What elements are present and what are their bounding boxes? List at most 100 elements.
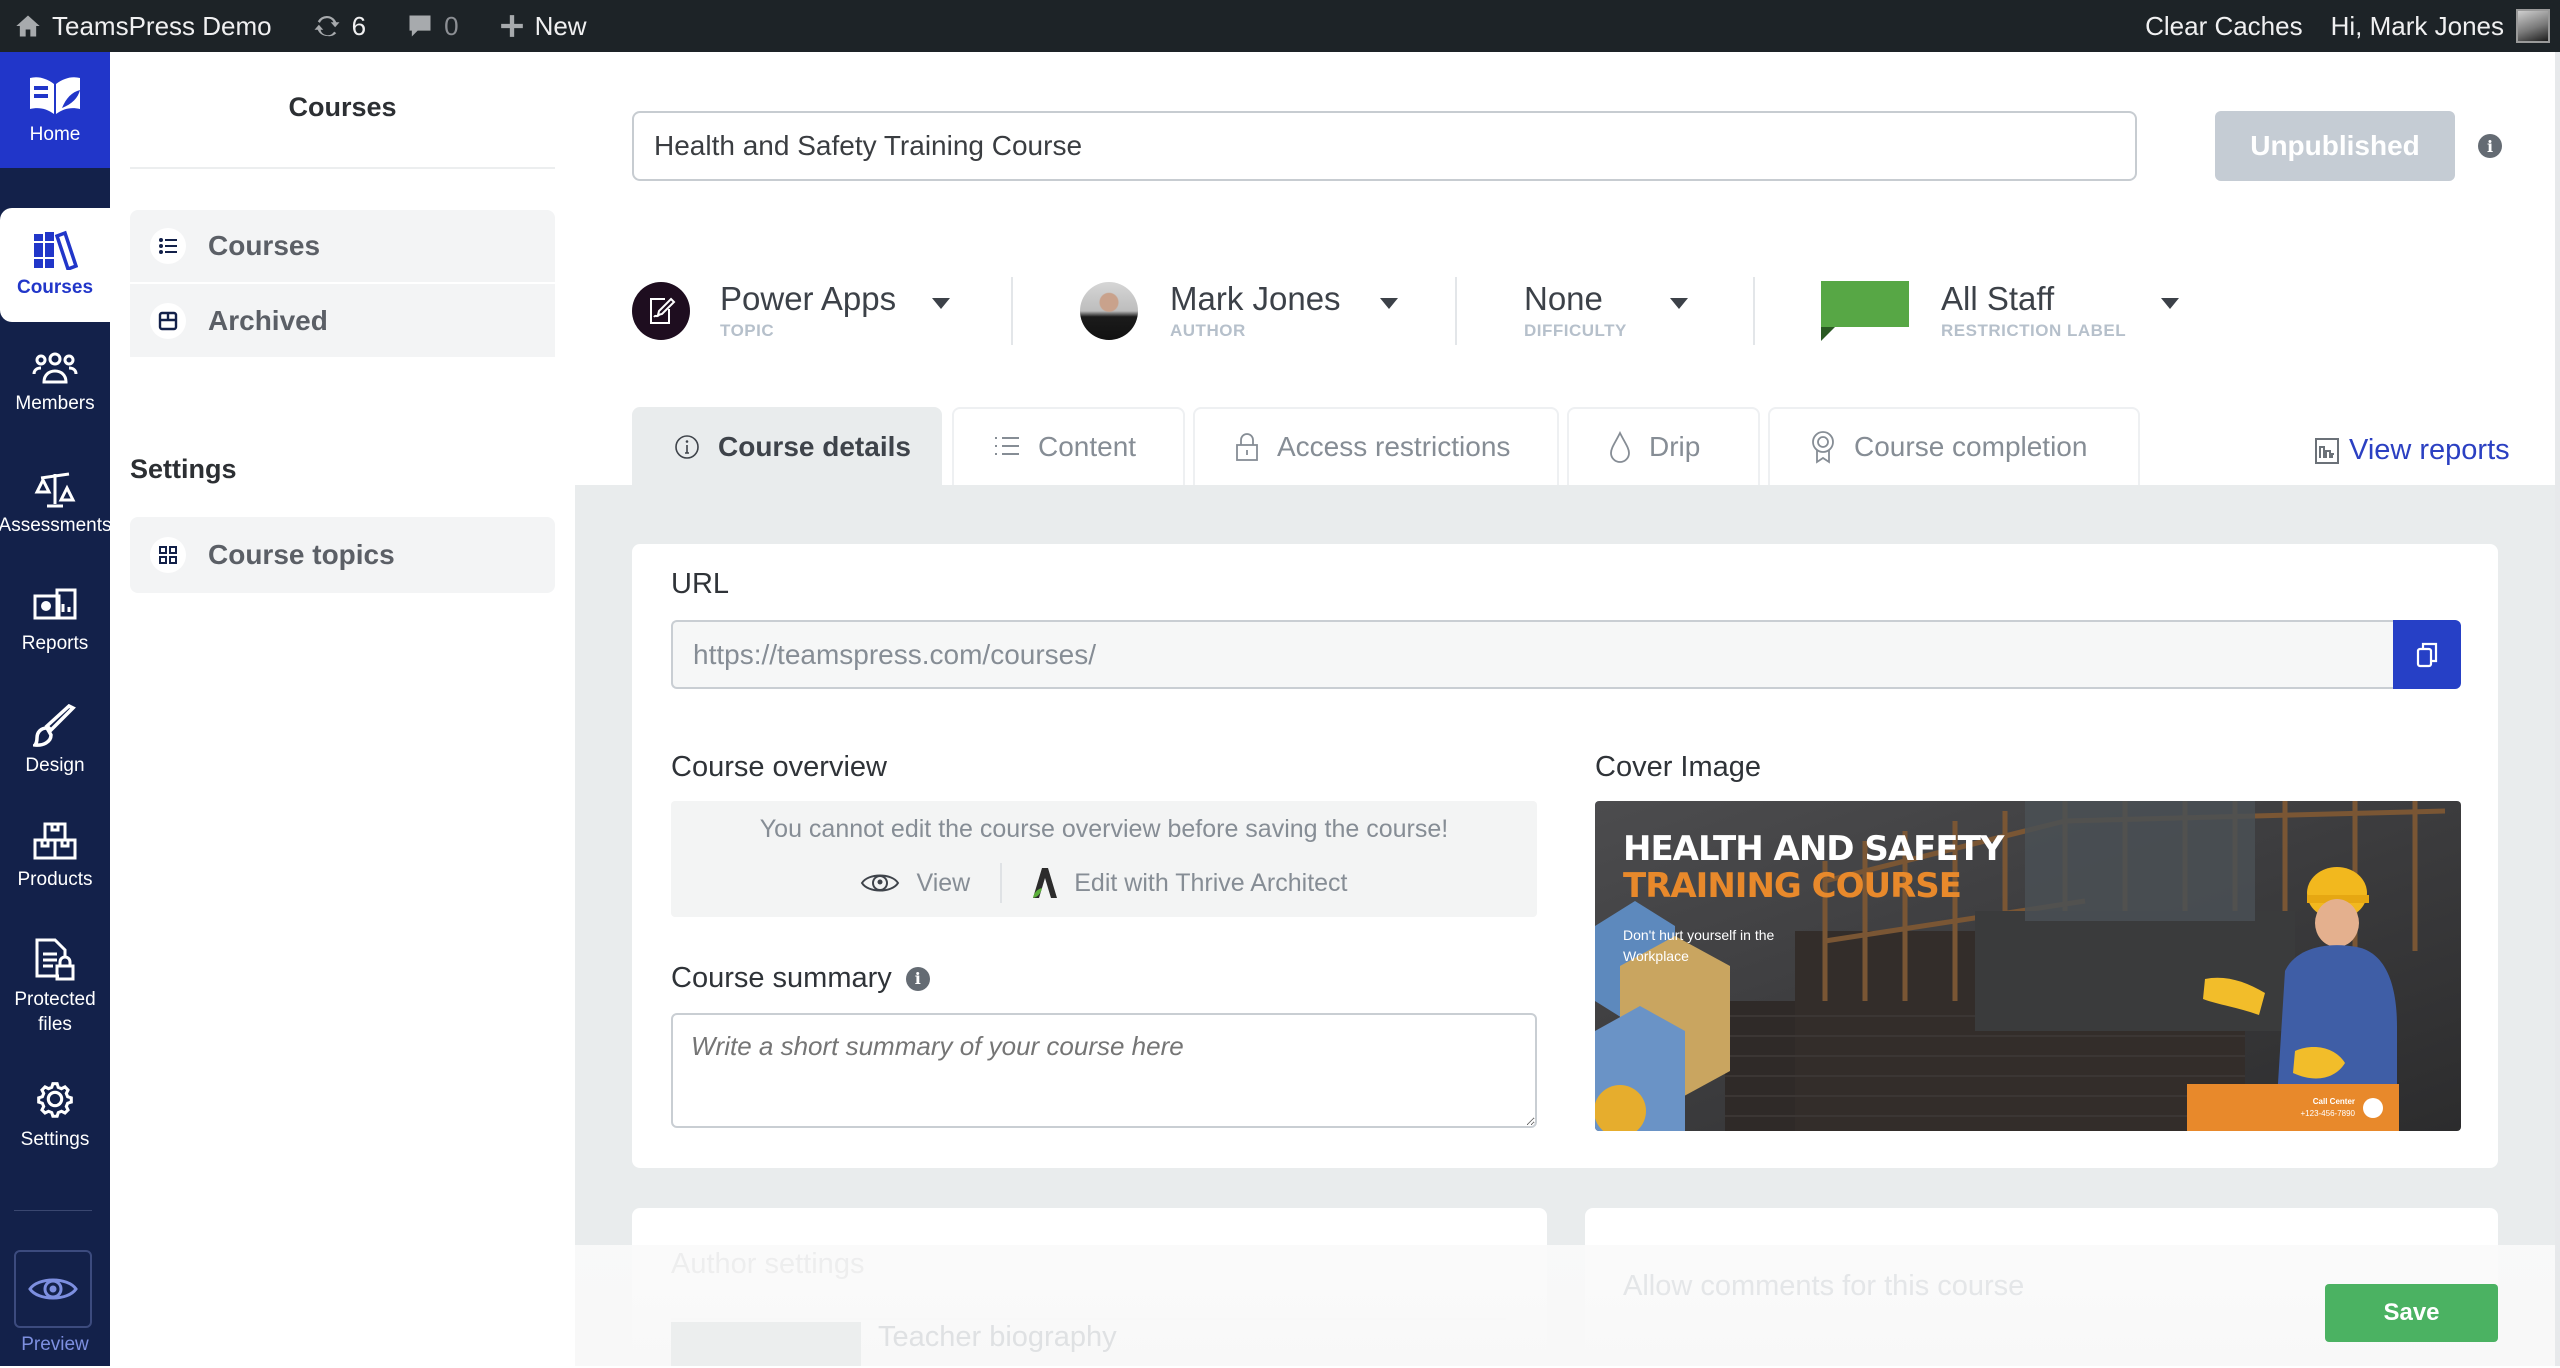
user-menu[interactable]: Hi, Mark Jones [2317, 0, 2504, 52]
award-icon [1812, 431, 1834, 464]
nav-item-label: Settings [20, 1129, 90, 1150]
preview-button[interactable] [14, 1250, 92, 1328]
nav-item-reports[interactable]: Reports [0, 588, 110, 657]
tab-course-details[interactable]: Course details [632, 407, 942, 485]
nav-item-members[interactable]: Members [0, 352, 110, 417]
comment-icon [409, 15, 431, 37]
thrive-architect-icon [1033, 868, 1058, 898]
updates-link[interactable]: 6 [298, 0, 380, 52]
sidebar-divider [130, 167, 555, 169]
tab-course-completion[interactable]: Course completion [1768, 407, 2140, 485]
author-label: AUTHOR [1170, 320, 1246, 340]
publish-status-button[interactable]: Unpublished [2215, 111, 2455, 181]
overview-view-button[interactable]: View [830, 869, 1000, 898]
nav-item-assessments[interactable]: Assessments [0, 470, 112, 539]
view-label: View [916, 868, 971, 897]
report-chart-icon [2315, 437, 2339, 464]
info-icon[interactable]: i [2478, 134, 2502, 158]
restriction-label-selector[interactable]: All Staff RESTRICTION LABEL [1821, 274, 2179, 348]
tab-label: Course completion [1854, 431, 2088, 462]
cover-image[interactable]: HEALTH AND SAFETY TRAINING COURSE Don't … [1595, 801, 2461, 1131]
new-label: New [534, 10, 587, 41]
comments-link[interactable]: 0 [392, 0, 472, 52]
meta-divider [1753, 277, 1755, 345]
courses-sidebar: Courses Courses Archived Settings Course… [110, 52, 575, 1366]
author-selector[interactable]: Mark Jones AUTHOR [1080, 274, 1398, 348]
drop-icon [1610, 431, 1630, 463]
copy-icon [2416, 642, 2438, 667]
url-value: https://teamspress.com/courses/ [693, 638, 1097, 670]
restriction-color-flag [1821, 281, 1909, 341]
teacher-photo [671, 1322, 861, 1366]
nav-divider [14, 1210, 92, 1211]
tab-label: Course details [718, 431, 911, 462]
difficulty-selector[interactable]: None DIFFICULTY [1524, 274, 1688, 348]
updates-count: 6 [351, 10, 367, 41]
nav-item-design[interactable]: Design [0, 704, 110, 779]
overview-message: You cannot edit the course overview befo… [759, 815, 1449, 843]
user-greeting: Hi, Mark Jones [2330, 10, 2504, 41]
sidebar-item-archived[interactable]: Archived [130, 284, 555, 357]
copy-url-button[interactable] [2393, 620, 2461, 689]
nav-item-label: Design [25, 755, 85, 776]
course-summary-label: Course summary [671, 962, 892, 994]
nav-item-courses[interactable]: Courses [0, 208, 110, 322]
course-summary-heading: Course summary i [671, 962, 930, 995]
sidebar-title: Courses [288, 92, 397, 122]
sidebar-item-courses[interactable]: Courses [130, 210, 555, 282]
phone-icon [2363, 1097, 2383, 1118]
restriction-label: RESTRICTION LABEL [1941, 320, 2127, 340]
list-icon [150, 228, 186, 264]
call-center-label: Call Center [2312, 1097, 2355, 1107]
sidebar-item-label: Courses [208, 230, 321, 261]
clear-caches-label: Clear Caches [2145, 10, 2303, 41]
eye-icon [28, 1278, 78, 1300]
list-icon [995, 437, 1019, 455]
teacher-biography-label: Teacher biography [878, 1321, 1117, 1353]
course-details-card: URL https://teamspress.com/courses/ Cour… [632, 544, 2498, 1168]
eye-icon [861, 874, 900, 892]
edit-thrive-architect-button[interactable]: Edit with Thrive Architect [1002, 866, 1377, 900]
main-nav: Home Courses Members Assessments Reports… [0, 52, 112, 1366]
new-content-link[interactable]: New [485, 0, 601, 52]
archive-icon [150, 302, 186, 339]
tab-content[interactable]: Content [952, 407, 1185, 485]
view-reports-link[interactable]: View reports [2315, 434, 2510, 467]
tab-access-restrictions[interactable]: Access restrictions [1193, 407, 1559, 485]
course-summary-textarea[interactable] [671, 1013, 1537, 1128]
sidebar-item-course-topics[interactable]: Course topics [130, 517, 555, 593]
restriction-value: All Staff [1941, 279, 2055, 317]
allow-comments-label: Allow comments for this course [1623, 1270, 2025, 1302]
nav-item-label: Assessments [0, 515, 112, 536]
meta-divider [1455, 277, 1457, 345]
nav-item-label: Members [15, 393, 95, 414]
page-scrollbar[interactable] [2555, 52, 2560, 1366]
view-reports-label: View reports [2349, 434, 2510, 466]
nav-item-protected-files[interactable]: Protected files [0, 938, 110, 1037]
save-button[interactable]: Save [2325, 1284, 2498, 1342]
cover-image-label: Cover Image [1595, 751, 1762, 783]
reports-icon [33, 588, 77, 620]
author-value: Mark Jones [1170, 279, 1341, 317]
topic-value: Power Apps [720, 279, 897, 317]
topic-selector[interactable]: Power Apps TOPIC [632, 274, 950, 348]
locked-file-icon [35, 938, 75, 981]
tab-drip[interactable]: Drip [1567, 407, 1760, 485]
chevron-down-icon [1670, 298, 1688, 309]
boxes-icon [33, 822, 77, 860]
nav-item-settings[interactable]: Settings [0, 1076, 110, 1153]
clear-caches-link[interactable]: Clear Caches [2131, 0, 2317, 52]
brush-icon [33, 704, 76, 747]
gear-icon [37, 1082, 73, 1118]
difficulty-value: None [1524, 279, 1603, 317]
course-overview-box: You cannot edit the course overview befo… [671, 801, 1537, 917]
nav-item-products[interactable]: Products [0, 822, 110, 893]
site-home-link[interactable]: TeamsPress Demo [0, 0, 286, 52]
course-title-input[interactable] [632, 111, 2137, 181]
nav-home[interactable]: Home [0, 52, 110, 168]
user-avatar[interactable] [2516, 9, 2550, 43]
meta-divider [1011, 277, 1013, 345]
info-icon[interactable]: i [905, 966, 930, 991]
url-field[interactable]: https://teamspress.com/courses/ [671, 620, 2393, 689]
bottom-fade-overlay: Teacher biography Allow comments for thi… [575, 1245, 2555, 1366]
